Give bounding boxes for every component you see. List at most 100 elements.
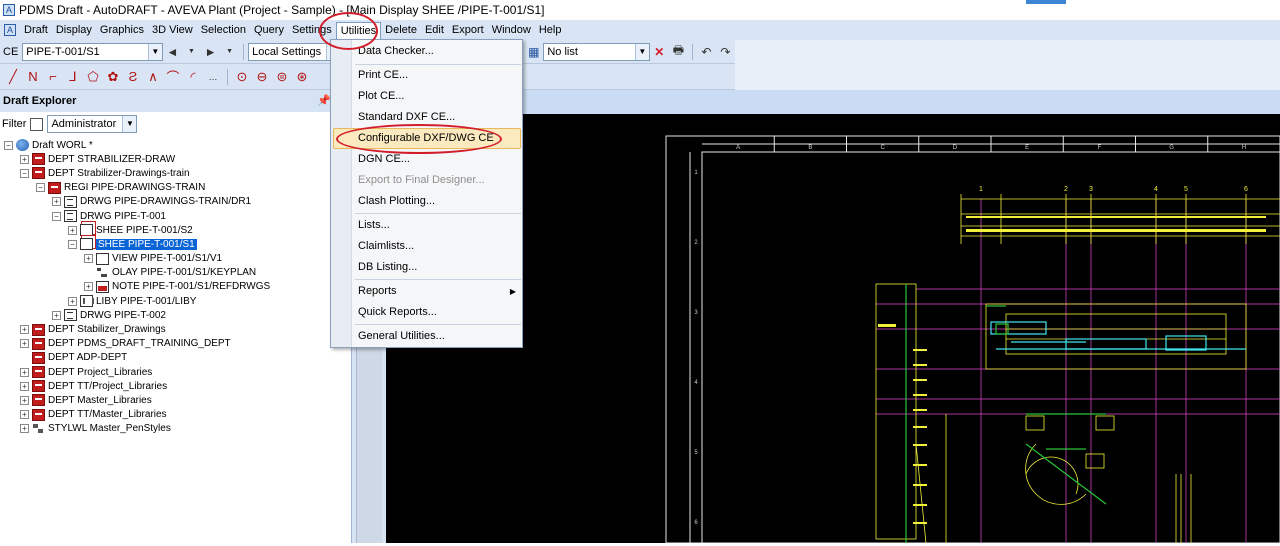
menu-print-ce[interactable]: Print CE... [358, 66, 408, 84]
tree-row[interactable]: − REGI PIPE-DRAWINGS-TRAIN [0, 181, 351, 195]
forward-arrow-icon[interactable]: ► [202, 43, 219, 61]
collapse-icon[interactable]: − [4, 140, 13, 150]
app-mini-icon[interactable]: A [4, 24, 16, 36]
settings-combo[interactable]: Local Settings ▼ [248, 42, 342, 61]
tree-row[interactable]: + LIBY PIPE-T-001/LIBY [0, 294, 351, 308]
dept-icon [48, 181, 61, 194]
corner-arc-icon[interactable]: ◜ [184, 68, 202, 86]
undo-icon[interactable]: ↶ [698, 43, 715, 61]
expand-icon[interactable]: + [20, 424, 29, 434]
dropdown-small-icon[interactable]: ▼ [183, 43, 200, 61]
circle-diameter-icon[interactable]: ⊖ [253, 68, 271, 86]
tree-row[interactable]: − DRWG PIPE-T-001 [0, 209, 351, 223]
chevron-down-icon[interactable]: ▼ [122, 116, 137, 132]
expand-icon[interactable]: + [20, 410, 29, 420]
tree-row[interactable]: + DEPT Project_Libraries [0, 365, 351, 379]
tree-row[interactable]: + DEPT TT/Master_Libraries [0, 408, 351, 422]
menu-lists[interactable]: Lists... [358, 216, 390, 234]
orthogonal-line-icon[interactable]: ⌐ [44, 68, 62, 86]
menu-display[interactable]: Display [52, 22, 96, 38]
tree-row[interactable]: − Draft WORL * [0, 138, 351, 152]
menu-3d-view[interactable]: 3D View [148, 22, 197, 38]
separator [227, 68, 228, 85]
back-arrow-icon[interactable]: ◄ [164, 43, 181, 61]
menu-window[interactable]: Window [488, 22, 535, 38]
menu-graphics[interactable]: Graphics [96, 22, 148, 38]
arc-icon[interactable]: ⌒ [164, 68, 182, 86]
expand-icon[interactable]: + [68, 296, 77, 306]
menu-claimlists[interactable]: Claimlists... [358, 237, 414, 255]
tree-row[interactable]: + DEPT Stabilizer_Drawings [0, 322, 351, 336]
menu-query[interactable]: Query [250, 22, 288, 38]
menu-quick-reports[interactable]: Quick Reports... [358, 303, 437, 321]
tree-row[interactable]: DEPT ADP-DEPT [0, 351, 351, 365]
expand-icon[interactable]: + [20, 154, 29, 164]
tree-row[interactable]: − SHEE PIPE-T-001/S1 [0, 237, 351, 251]
tree-row[interactable]: + SHEE PIPE-T-001/S2 [0, 223, 351, 237]
dropdown-small-icon-2[interactable]: ▼ [221, 43, 238, 61]
tree-row[interactable]: OLAY PIPE-T-001/S1/KEYPLAN [0, 266, 351, 280]
spline-icon[interactable]: Ƨ [124, 68, 142, 86]
tree-row[interactable]: + DEPT STRABILIZER-DRAW [0, 152, 351, 166]
filter-checkbox[interactable] [30, 117, 44, 131]
menu-delete[interactable]: Delete [381, 22, 421, 38]
menu-reports[interactable]: Reports [358, 282, 397, 300]
pin-icon[interactable]: 📌 [317, 94, 331, 107]
list-icon[interactable]: ▦ [525, 43, 542, 61]
tree-row[interactable]: + VIEW PIPE-T-001/S1/V1 [0, 252, 351, 266]
expand-icon[interactable]: + [52, 310, 61, 320]
chevron-down-icon[interactable]: ▼ [147, 43, 162, 60]
menu-edit[interactable]: Edit [421, 22, 448, 38]
collapse-icon[interactable]: − [36, 183, 45, 193]
filter-combo[interactable]: Administrator ▼ [47, 115, 138, 133]
tree-row[interactable]: + DRWG PIPE-DRAWINGS-TRAIN/DR1 [0, 195, 351, 209]
menu-general-utilities[interactable]: General Utilities... [358, 327, 445, 345]
menu-plot-ce[interactable]: Plot CE... [358, 87, 404, 105]
polygon-icon[interactable]: ⬠ [84, 68, 102, 86]
collapse-icon[interactable]: − [68, 239, 77, 249]
expand-icon[interactable]: + [20, 325, 29, 335]
expand-icon[interactable]: + [52, 197, 61, 207]
step-line-icon[interactable]: ⅃ [64, 68, 82, 86]
tree-row[interactable]: + NOTE PIPE-T-001/S1/REFDRWGS [0, 280, 351, 294]
menu-data-checker[interactable]: Data Checker... [358, 42, 434, 60]
tree-row[interactable]: + DEPT TT/Project_Libraries [0, 379, 351, 393]
circle-center-icon[interactable]: ⊙ [233, 68, 251, 86]
gear-shape-icon[interactable]: ✿ [104, 68, 122, 86]
circle-3pt-icon[interactable]: ⊛ [293, 68, 311, 86]
expand-icon[interactable]: + [20, 395, 29, 405]
expand-icon[interactable]: + [20, 381, 29, 391]
expand-icon[interactable]: + [68, 225, 77, 235]
menu-export[interactable]: Export [448, 22, 488, 38]
tree-row[interactable]: + DRWG PIPE-T-002 [0, 308, 351, 322]
utilities-menu: Data Checker... Print CE... Plot CE... S… [330, 39, 523, 348]
collapse-icon[interactable]: − [20, 168, 29, 178]
polyline-icon[interactable]: Ν [24, 68, 42, 86]
collapse-icon[interactable]: − [52, 211, 61, 221]
tree-row[interactable]: − DEPT Strabilizer-Drawings-train [0, 166, 351, 180]
menu-clash-plotting[interactable]: Clash Plotting... [358, 192, 435, 210]
menu-export-final-designer[interactable]: Export to Final Designer... [358, 171, 485, 189]
delete-x-icon[interactable]: ✕ [651, 43, 668, 61]
menu-draft[interactable]: Draft [20, 22, 52, 38]
chevron-down-icon[interactable]: ▼ [634, 43, 649, 60]
expand-icon[interactable]: + [84, 282, 93, 292]
tree-row[interactable]: + STYLWL Master_PenStyles [0, 422, 351, 436]
expand-icon[interactable]: + [20, 339, 29, 349]
menu-selection[interactable]: Selection [197, 22, 250, 38]
tree-row[interactable]: + DEPT Master_Libraries [0, 393, 351, 407]
redo-icon[interactable]: ↷ [717, 43, 734, 61]
expand-icon[interactable]: + [84, 254, 93, 264]
menu-help[interactable]: Help [535, 22, 566, 38]
globe-icon [16, 139, 29, 152]
print-icon[interactable]: 🖶 [670, 43, 687, 61]
tree-row[interactable]: + DEPT PDMS_DRAFT_TRAINING_DEPT [0, 337, 351, 351]
ellipse-icon[interactable]: ⊜ [273, 68, 291, 86]
angle-icon[interactable]: ∧ [144, 68, 162, 86]
menu-db-listing[interactable]: DB Listing... [358, 258, 417, 276]
expand-icon[interactable]: + [20, 367, 29, 377]
more-icon[interactable]: … [204, 68, 222, 86]
list-combo[interactable]: No list ▼ [543, 42, 650, 61]
line-icon[interactable]: ╱ [4, 68, 22, 86]
ce-combo[interactable]: PIPE-T-001/S1 ▼ [22, 42, 163, 61]
